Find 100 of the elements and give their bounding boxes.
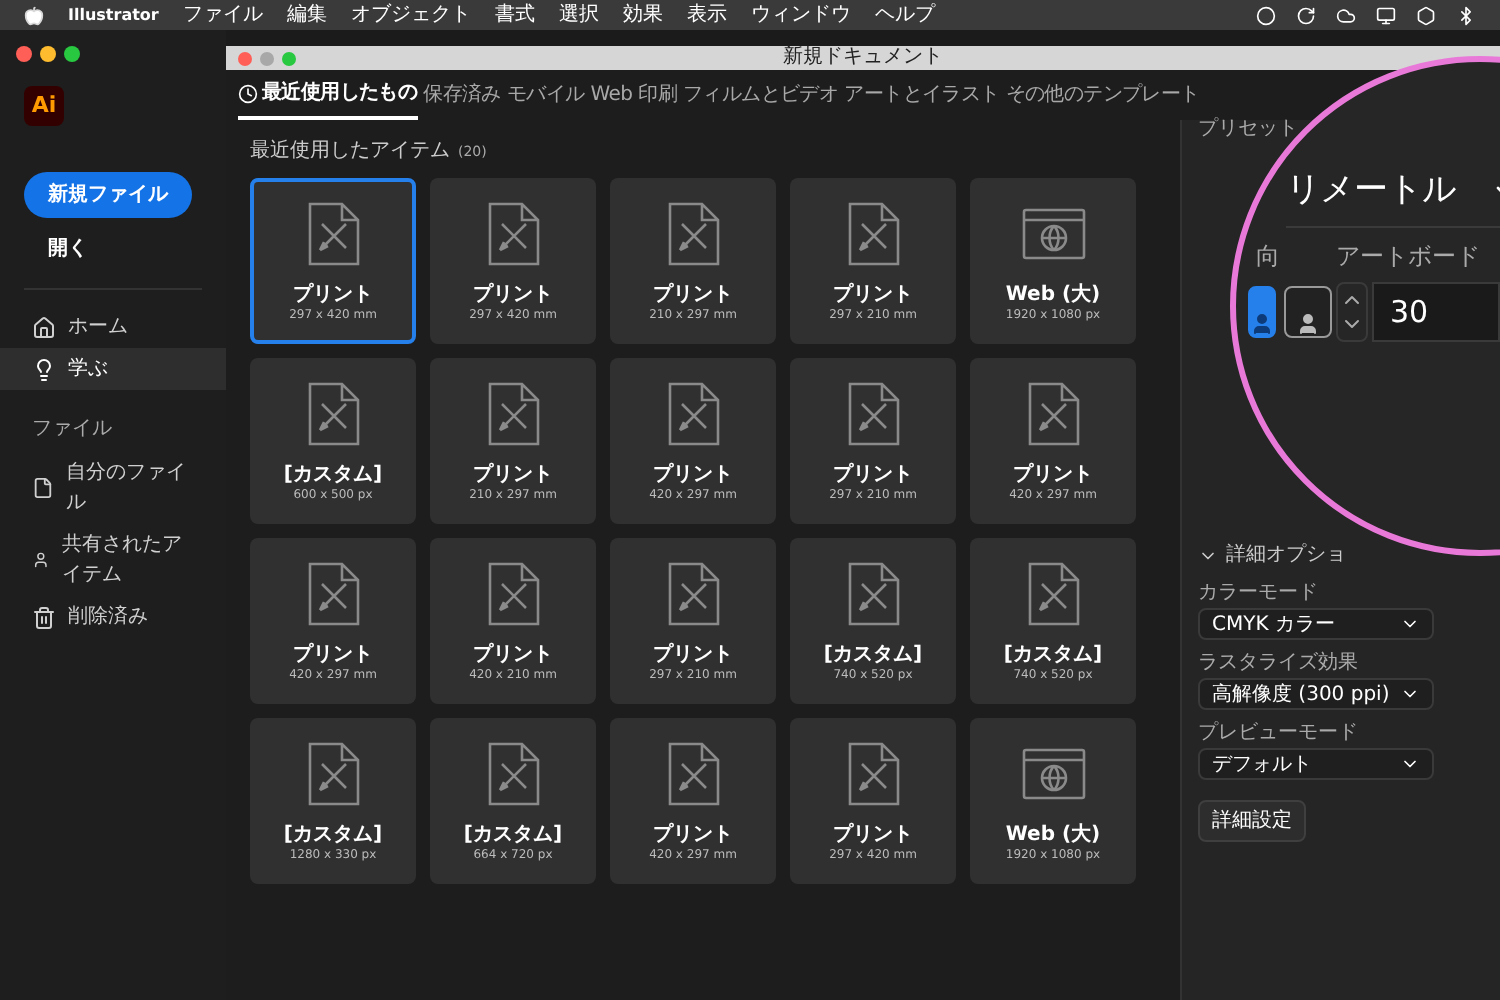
document-pencil-icon	[847, 201, 899, 265]
document-pencil-icon	[307, 381, 359, 445]
apple-logo-icon[interactable]	[24, 5, 44, 25]
bluetooth-icon[interactable]	[1456, 5, 1476, 25]
document-pencil-icon	[307, 201, 359, 265]
menu-app-name[interactable]: Illustrator	[68, 7, 159, 23]
menu-item[interactable]: ウィンドウ	[750, 5, 851, 25]
app-logo: Ai	[24, 86, 64, 126]
document-pencil-icon	[487, 561, 539, 625]
artboard-count-field[interactable]: 30	[1372, 282, 1500, 342]
advanced-settings-button[interactable]: 詳細設定	[1198, 800, 1306, 842]
field-label: ラスタライズ効果	[1198, 649, 1360, 678]
field-label: カラーモード	[1198, 580, 1320, 608]
preset-label: プリセット	[1198, 120, 1298, 140]
browser-globe-icon	[1021, 747, 1085, 799]
template-name: [カスタム]	[1003, 643, 1103, 668]
template-name: プリント	[293, 283, 373, 308]
document-pencil-icon	[847, 741, 899, 805]
menu-item[interactable]: ファイル	[182, 5, 263, 25]
template-name: プリント	[653, 823, 733, 848]
orientation-label: 向	[1256, 240, 1280, 274]
document-pencil-icon	[1027, 561, 1079, 625]
section-label: ファイル	[30, 416, 114, 444]
document-pencil-icon	[487, 741, 539, 805]
document-pencil-icon	[307, 741, 359, 805]
artboard-label: アートボード	[1336, 240, 1480, 274]
browser-globe-icon	[1021, 207, 1085, 259]
menu-item[interactable]: オブジェクト	[350, 5, 471, 25]
template-name: Web (大)	[1005, 283, 1101, 308]
user-icon	[32, 548, 50, 572]
preset-value: リメートル	[1286, 168, 1456, 214]
display-icon[interactable]	[1376, 5, 1396, 25]
advanced-options-toggle[interactable]: 詳細オプショ	[1226, 540, 1346, 570]
template-name: プリント	[1013, 463, 1093, 488]
template-name: プリント	[833, 823, 913, 848]
template-name: プリント	[473, 463, 553, 488]
landscape-button[interactable]	[1284, 286, 1332, 338]
menu-item[interactable]: 表示	[686, 5, 727, 25]
document-pencil-icon	[847, 381, 899, 445]
template-tab[interactable]: その他のテンプレート	[1005, 70, 1200, 120]
menu-item[interactable]: 効果	[622, 5, 663, 25]
template-tab[interactable]: 印刷	[638, 70, 678, 120]
person-icon	[1296, 312, 1320, 336]
lightbulb-icon	[32, 357, 56, 381]
sidebar-nav-item[interactable]: 削除済み	[0, 596, 226, 638]
sidebar-nav-item[interactable]: ホーム	[0, 306, 226, 348]
hexagon-icon[interactable]	[1416, 5, 1436, 25]
template-name: [カスタム]	[463, 823, 563, 848]
menu-item[interactable]: ヘルプ	[874, 5, 935, 25]
person-icon	[1250, 312, 1274, 336]
template-name: [カスタム]	[283, 463, 383, 488]
file-icon	[32, 476, 54, 500]
template-name: プリント	[293, 643, 373, 668]
template-name: プリント	[833, 463, 913, 488]
sidebar-nav-item[interactable]: 学ぶ	[0, 348, 226, 390]
dropdown[interactable]: 高解像度 (300 ppi)	[1198, 678, 1434, 710]
document-pencil-icon	[307, 561, 359, 625]
template-name: プリント	[833, 283, 913, 308]
document-pencil-icon	[1027, 381, 1079, 445]
clock-icon	[238, 83, 258, 103]
home-icon	[32, 315, 56, 339]
template-tab[interactable]: 保存済み	[423, 70, 501, 120]
menu-item[interactable]: 編集	[286, 5, 327, 25]
template-tab[interactable]: モバイル	[506, 70, 585, 120]
artboard-stepper[interactable]	[1336, 282, 1368, 342]
template-name: [カスタム]	[283, 823, 383, 848]
field-label: プレビューモード	[1198, 719, 1360, 748]
portrait-button[interactable]	[1248, 286, 1276, 338]
template-tab[interactable]: アートとイラスト	[844, 70, 1000, 120]
template-name: [カスタム]	[823, 643, 923, 668]
dropdown[interactable]: デフォルト	[1198, 748, 1434, 780]
sidebar-nav-item[interactable]: 共有されたアイテム	[0, 524, 226, 596]
template-tab[interactable]: フィルムとビデオ	[683, 70, 839, 120]
template-name: Web (大)	[1005, 823, 1101, 848]
document-pencil-icon	[667, 561, 719, 625]
menu-item[interactable]: 選択	[558, 5, 599, 25]
refresh-icon[interactable]	[1296, 5, 1316, 25]
new-file-button[interactable]: 新規ファイル	[24, 172, 192, 218]
menu-item[interactable]: 書式	[494, 5, 535, 25]
sidebar-nav-item[interactable]: 自分のファイル	[0, 452, 226, 524]
dialog-title: 新規ドキュメント	[783, 48, 943, 68]
template-tab[interactable]: 最近使用したもの	[238, 70, 418, 120]
document-pencil-icon	[487, 201, 539, 265]
record-icon[interactable]	[1256, 5, 1276, 25]
document-pencil-icon	[667, 201, 719, 265]
template-name: プリント	[473, 283, 553, 308]
document-pencil-icon	[847, 561, 899, 625]
template-name: プリント	[653, 463, 733, 488]
document-pencil-icon	[487, 381, 539, 445]
section-title: 最近使用したアイテム	[250, 137, 450, 166]
cloud-icon[interactable]	[1336, 5, 1356, 25]
dropdown[interactable]: CMYK カラー	[1198, 608, 1434, 640]
open-link[interactable]: 開く	[24, 218, 202, 264]
document-pencil-icon	[667, 381, 719, 445]
template-name: プリント	[653, 283, 733, 308]
trash-icon	[32, 605, 56, 629]
template-name: プリント	[653, 643, 733, 668]
template-tab[interactable]: Web	[590, 70, 633, 120]
document-pencil-icon	[667, 741, 719, 805]
template-name: プリント	[473, 643, 553, 668]
